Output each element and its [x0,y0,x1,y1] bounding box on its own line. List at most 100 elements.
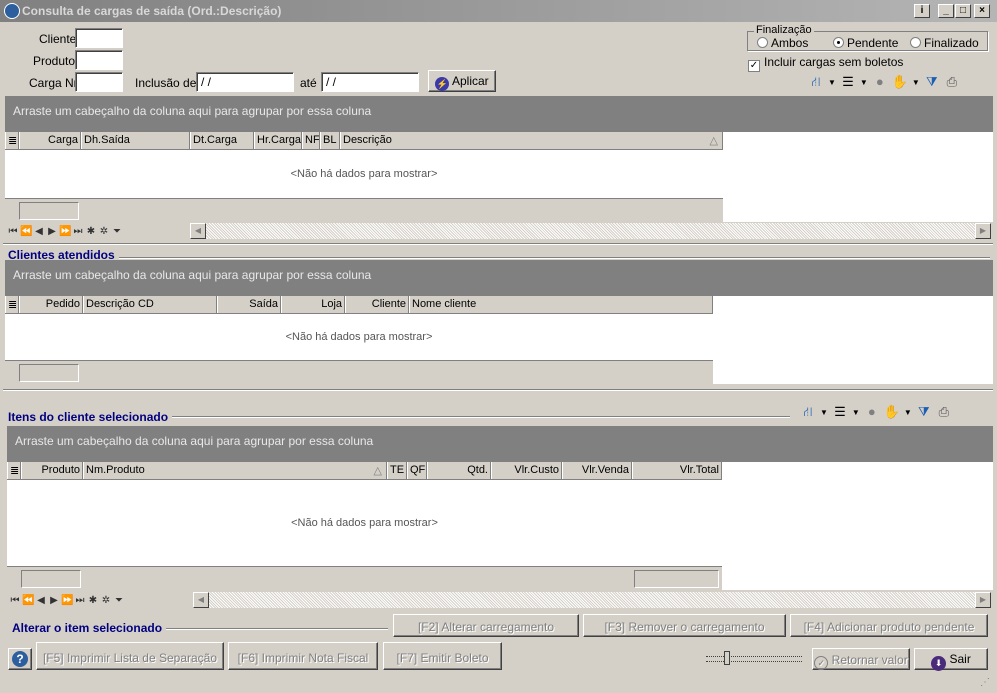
adicionar-produto-button[interactable]: [F4] Adicionar produto pendente [790,614,988,637]
last-icon[interactable]: ⏭ [74,595,86,606]
group-bar-itens[interactable]: Arraste um cabeçalho da coluna aqui para… [7,426,993,462]
grid-cargas-header: ≣ Carga Dh.Saída Dt.Carga Hr.Carga NF BL… [5,132,723,150]
maximize-button[interactable]: □ [955,4,971,18]
bookmark-icon[interactable]: ✲ [98,226,110,237]
chevron-down-icon[interactable]: ▼ [828,78,836,87]
apply-button[interactable]: ⚡ Aplicar [428,70,496,92]
insert-icon[interactable]: ✱ [87,595,99,606]
column-chooser-icon[interactable]: ≣ [7,462,21,479]
horizontal-scrollbar[interactable] [206,223,975,239]
radio-pendente[interactable]: Pendente [833,36,898,50]
col-qf[interactable]: QF [407,462,427,479]
prev-icon[interactable]: ◀ [35,595,47,606]
insert-icon[interactable]: ✱ [85,226,97,237]
chevron-down-icon[interactable]: ▼ [860,78,868,87]
filter-icon[interactable]: ⧩ [924,74,940,90]
info-icon[interactable]: i [914,4,930,18]
cliente-label: Cliente [39,32,77,46]
carga-input[interactable] [75,72,123,92]
col-dt-carga[interactable]: Dt.Carga [190,132,254,149]
list-tree-icon[interactable]: ☰ [832,404,848,420]
chevron-down-icon[interactable]: ▼ [912,78,920,87]
cliente-input[interactable] [75,28,123,48]
group-bar-clientes[interactable]: Arraste um cabeçalho da coluna aqui para… [5,260,993,296]
col-hr-carga[interactable]: Hr.Carga [254,132,302,149]
alterar-carregamento-button[interactable]: [F2] Alterar carregamento [393,614,579,637]
imprimir-lista-button[interactable]: [F5] Imprimir Lista de Separação [36,642,224,670]
prev-icon[interactable]: ◀ [33,226,45,237]
next-page-icon[interactable]: ⏩ [61,595,73,606]
resize-grip[interactable]: ⋰ [980,678,994,690]
hierarchy-icon[interactable]: ⛙ [808,74,824,90]
close-button[interactable]: × [974,4,990,18]
prev-page-icon[interactable]: ⏪ [22,595,34,606]
printer-icon[interactable]: ⎙ [936,404,952,420]
hierarchy-icon[interactable]: ⛙ [800,404,816,420]
scroll-right-button[interactable]: ▶ [975,592,991,608]
slider-thumb[interactable] [724,651,730,665]
col-descricao-cd[interactable]: Descrição CD [83,296,217,313]
next-icon[interactable]: ▶ [46,226,58,237]
circle-icon[interactable]: ● [864,404,880,420]
col-pedido[interactable]: Pedido [19,296,83,313]
produto-input[interactable] [75,50,123,70]
filter-icon[interactable]: ⧩ [916,404,932,420]
scroll-right-button[interactable]: ▶ [975,223,991,239]
col-nm-produto[interactable]: Nm.Produto △ [83,462,387,479]
date-from-input[interactable]: / / [196,72,294,92]
column-chooser-icon[interactable]: ≣ [5,132,19,149]
ate-label: até [300,76,317,90]
minimize-button[interactable]: _ [938,4,954,18]
next-page-icon[interactable]: ⏩ [59,226,71,237]
bookmark-icon[interactable]: ✲ [100,595,112,606]
printer-icon[interactable]: ⎙ [944,74,960,90]
prev-page-icon[interactable]: ⏪ [20,226,32,237]
col-produto[interactable]: Produto [21,462,83,479]
title-bar: Consulta de cargas de saída (Ord.:Descri… [0,0,997,22]
col-cliente[interactable]: Cliente [345,296,409,313]
col-loja[interactable]: Loja [281,296,345,313]
chevron-down-icon[interactable]: ▼ [852,408,860,417]
include-checkbox[interactable]: ✓ Incluir cargas sem boletos [748,55,903,72]
list-tree-icon[interactable]: ☰ [840,74,856,90]
imprimir-nota-button[interactable]: [F6] Imprimir Nota Fiscal [228,642,378,670]
next-icon[interactable]: ▶ [48,595,60,606]
col-te[interactable]: TE [387,462,407,479]
hand-icon[interactable]: ✋ [892,74,908,90]
retornar-valor-button[interactable]: ✓ Retornar valor [812,648,910,670]
col-descricao[interactable]: Descrição △ [340,132,723,149]
hand-icon[interactable]: ✋ [884,404,900,420]
col-vlr-venda[interactable]: Vlr.Venda [562,462,632,479]
filter-icon[interactable]: ⏷ [113,595,125,606]
first-icon[interactable]: ⏮ [7,226,19,237]
col-qtd[interactable]: Qtd. [427,462,491,479]
radio-finalizado[interactable]: Finalizado [910,36,979,50]
sair-button[interactable]: ⬇ Sair [914,648,988,671]
radio-ambos[interactable]: Ambos [757,36,808,50]
column-chooser-icon[interactable]: ≣ [5,296,19,313]
scroll-left-button[interactable]: ◀ [190,223,206,239]
toolbar-itens: ⛙ ▼ ☰ ▼ ● ✋ ▼ ⧩ ⎙ [800,404,952,420]
col-vlr-total[interactable]: Vlr.Total [632,462,722,479]
zoom-slider[interactable] [706,651,802,665]
filter-icon[interactable]: ⏷ [111,226,123,237]
date-to-input[interactable]: / / [321,72,419,92]
chevron-down-icon[interactable]: ▼ [904,408,912,417]
col-nf[interactable]: NF [302,132,320,149]
col-vlr-custo[interactable]: Vlr.Custo [491,462,562,479]
horizontal-scrollbar[interactable] [209,592,975,608]
col-dh-saida[interactable]: Dh.Saída [81,132,190,149]
col-saida[interactable]: Saída [217,296,281,313]
last-icon[interactable]: ⏭ [72,226,84,237]
col-bl[interactable]: BL [320,132,340,149]
col-carga[interactable]: Carga [19,132,81,149]
group-bar-cargas[interactable]: Arraste um cabeçalho da coluna aqui para… [5,96,993,132]
col-nome-cliente[interactable]: Nome cliente [409,296,713,313]
remover-carregamento-button[interactable]: [F3] Remover o carregamento [583,614,786,637]
first-icon[interactable]: ⏮ [9,595,21,606]
circle-icon[interactable]: ● [872,74,888,90]
emitir-boleto-button[interactable]: [F7] Emitir Boleto [383,642,502,670]
chevron-down-icon[interactable]: ▼ [820,408,828,417]
help-button[interactable]: ? [8,648,32,670]
scroll-left-button[interactable]: ◀ [193,592,209,608]
